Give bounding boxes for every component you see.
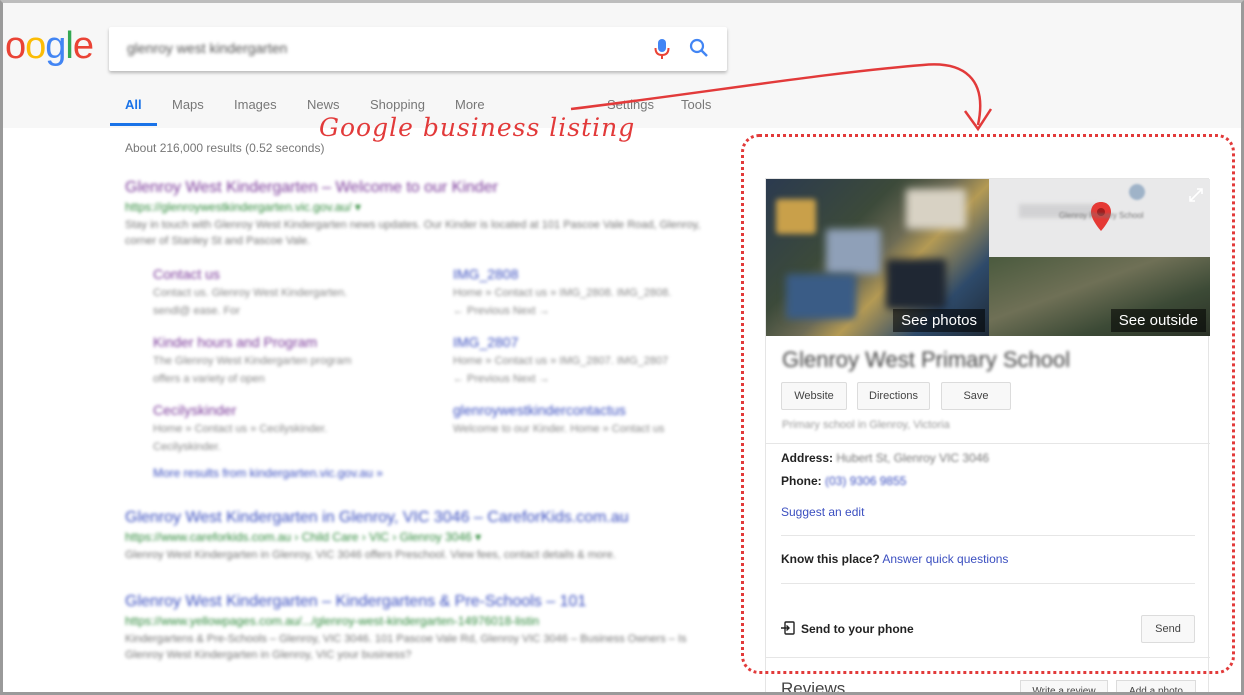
result-title-link[interactable]: Glenroy West Kindergarten – Welcome to o… bbox=[125, 179, 715, 197]
result-snippet: Kindergartens & Pre-Schools – Glenroy, V… bbox=[125, 633, 687, 661]
microphone-icon[interactable] bbox=[654, 38, 670, 60]
screenshot-frame: oogle glenroy west kindergarten All Maps… bbox=[0, 0, 1244, 695]
tab-tools[interactable]: Tools bbox=[681, 97, 711, 112]
annotation-label: Google business listing bbox=[319, 113, 636, 142]
logo-letter: e bbox=[72, 25, 94, 67]
sitelink-title[interactable]: IMG_2808 bbox=[453, 266, 673, 282]
sitelink-snippet: Welcome to our Kinder. Home » Contact us bbox=[453, 423, 665, 435]
sitelink: Contact us Contact us. Glenroy West Kind… bbox=[153, 266, 373, 320]
tab-settings[interactable]: Settings bbox=[607, 97, 654, 112]
search-icon[interactable] bbox=[689, 38, 709, 58]
sitelink: glenroywestkindercontactus Welcome to ou… bbox=[453, 402, 673, 438]
add-photo-button[interactable]: Add a photo bbox=[1116, 680, 1196, 692]
highlight-outline bbox=[741, 134, 1235, 674]
reviews-heading: Reviews bbox=[781, 679, 846, 695]
sitelink: Kinder hours and Program The Glenroy Wes… bbox=[153, 334, 373, 388]
search-result: Glenroy West Kindergarten in Glenroy, VI… bbox=[125, 509, 715, 563]
sitelink-snippet: Home » Contact us » IMG_2807. IMG_2807 ←… bbox=[453, 355, 669, 385]
logo-letter: l bbox=[65, 25, 74, 67]
sitelink-snippet: Home » Contact us » Cecilyskinder. Cecil… bbox=[153, 423, 328, 453]
result-title-link[interactable]: Glenroy West Kindergarten – Kindergarten… bbox=[125, 593, 715, 611]
search-result: Glenroy West Kindergarten – Welcome to o… bbox=[125, 179, 715, 249]
write-review-button[interactable]: Write a review bbox=[1020, 680, 1108, 692]
search-result: Glenroy West Kindergarten – Kindergarten… bbox=[125, 593, 715, 663]
result-snippet: Stay in touch with Glenroy West Kinderga… bbox=[125, 219, 701, 247]
sitelink: Cecilyskinder Home » Contact us » Cecily… bbox=[153, 402, 373, 456]
result-url: https://www.careforkids.com.au › Child C… bbox=[125, 530, 482, 544]
result-url: https://glenroywestkindergarten.vic.gov.… bbox=[125, 200, 361, 214]
tab-news[interactable]: News bbox=[307, 97, 340, 112]
sitelink-snippet: Home » Contact us » IMG_2808. IMG_2808. … bbox=[453, 287, 672, 317]
tab-more[interactable]: More bbox=[455, 97, 485, 112]
result-stats: About 216,000 results (0.52 seconds) bbox=[125, 141, 325, 155]
google-logo[interactable]: oogle bbox=[5, 25, 94, 68]
search-input[interactable]: glenroy west kindergarten bbox=[109, 27, 727, 71]
sitelink: IMG_2808 Home » Contact us » IMG_2808. I… bbox=[453, 266, 673, 320]
result-url: https://www.yellowpages.com.au/.../glenr… bbox=[125, 614, 540, 628]
sitelink-title[interactable]: Cecilyskinder bbox=[153, 402, 373, 418]
sitelink-title[interactable]: IMG_2807 bbox=[453, 334, 673, 350]
sitelink-title[interactable]: Contact us bbox=[153, 266, 373, 282]
sitelink: IMG_2807 Home » Contact us » IMG_2807. I… bbox=[453, 334, 673, 388]
tab-maps[interactable]: Maps bbox=[172, 97, 204, 112]
search-query: glenroy west kindergarten bbox=[127, 40, 288, 56]
logo-letter: o bbox=[5, 25, 26, 67]
result-snippet: Glenroy West Kindergarten in Glenroy, VI… bbox=[125, 549, 616, 561]
tab-all[interactable]: All bbox=[125, 97, 142, 112]
sitelink-snippet: The Glenroy West Kindergarten program of… bbox=[153, 355, 352, 385]
tab-images[interactable]: Images bbox=[234, 97, 277, 112]
sitelink-snippet: Contact us. Glenroy West Kindergarten. s… bbox=[153, 287, 348, 317]
active-tab-indicator bbox=[110, 123, 157, 126]
logo-letter: o bbox=[25, 25, 46, 67]
more-results-link[interactable]: More results from kindergarten.vic.gov.a… bbox=[153, 466, 383, 480]
result-title-link[interactable]: Glenroy West Kindergarten in Glenroy, VI… bbox=[125, 509, 715, 527]
sitelink-title[interactable]: Kinder hours and Program bbox=[153, 334, 373, 350]
logo-letter: g bbox=[45, 25, 66, 67]
sitelink-title[interactable]: glenroywestkindercontactus bbox=[453, 402, 673, 418]
tab-shopping[interactable]: Shopping bbox=[370, 97, 425, 112]
